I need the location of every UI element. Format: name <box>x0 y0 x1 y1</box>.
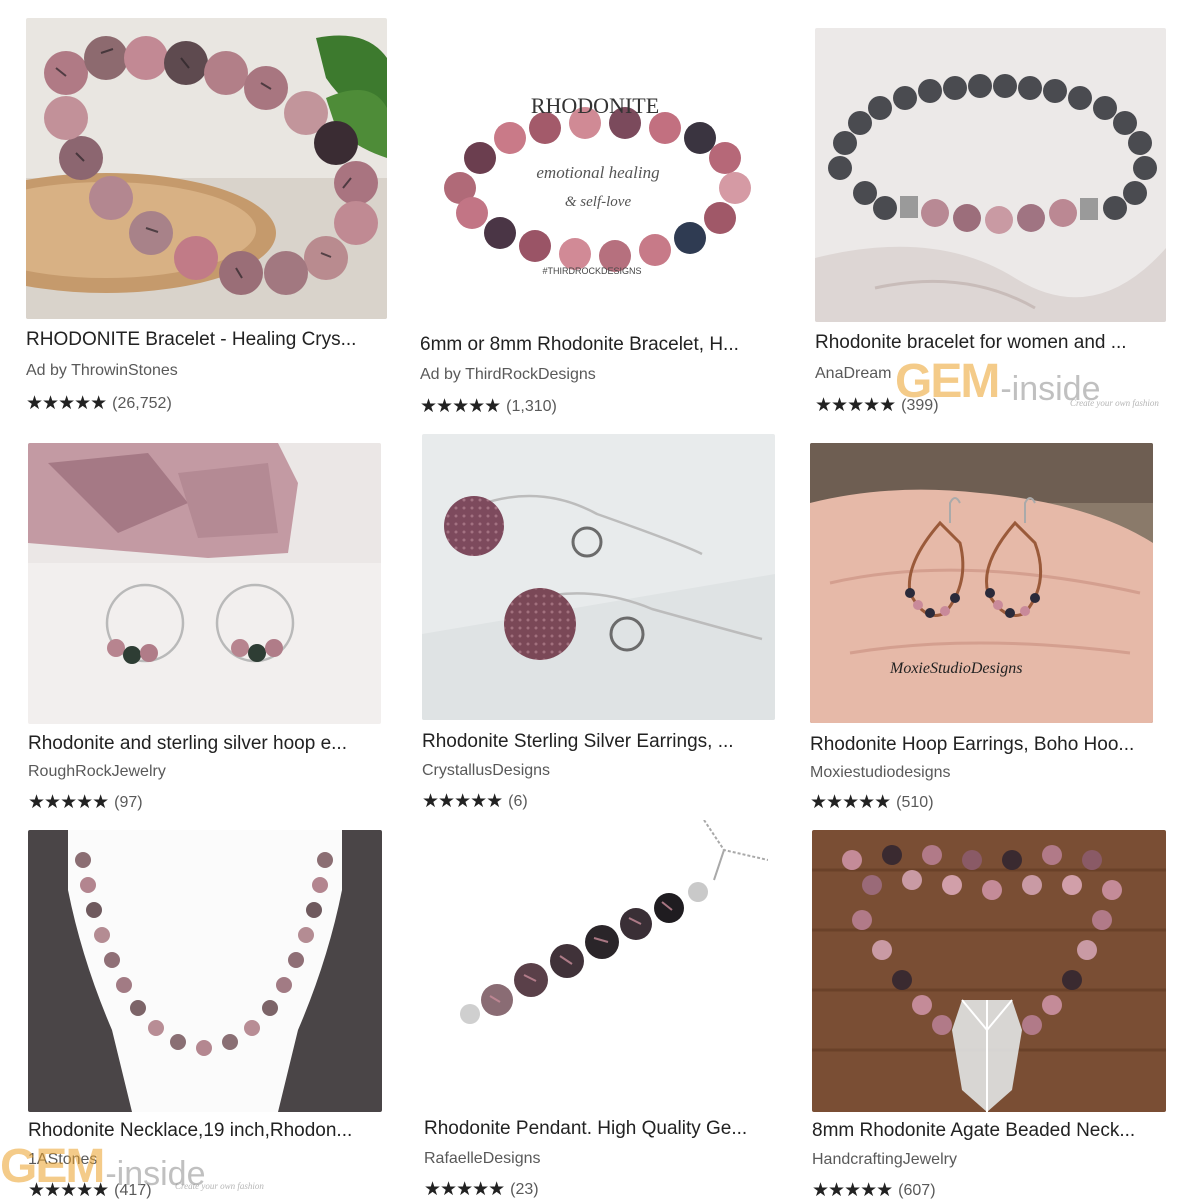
product-image-3[interactable] <box>815 28 1166 322</box>
image-heading: RHODONITE <box>531 93 659 118</box>
hoop-earrings-photo <box>28 443 381 724</box>
review-count: (417) <box>114 1181 152 1199</box>
product-title[interactable]: 6mm or 8mm Rhodonite Bracelet, H... <box>420 334 775 356</box>
necklace-photo <box>28 830 382 1112</box>
image-signature: MoxieStudioDesigns <box>889 660 1022 677</box>
hand-earrings-photo: MoxieStudioDesigns <box>810 443 1153 723</box>
bracelet-text-photo: RHODONITE emotional healing & self-love … <box>420 28 770 320</box>
product-title[interactable]: Rhodonite and sterling silver hoop e... <box>28 733 383 755</box>
product-title[interactable]: 8mm Rhodonite Agate Beaded Neck... <box>812 1120 1167 1142</box>
shop-name[interactable]: CrystallusDesigns <box>422 762 550 780</box>
star-rating-icon: ★★★★★ <box>815 395 896 416</box>
product-image-2[interactable]: RHODONITE emotional healing & self-love … <box>420 28 770 320</box>
review-count: (399) <box>901 396 939 414</box>
shop-name[interactable]: Moxiestudiodesigns <box>810 764 951 782</box>
product-image-5[interactable] <box>422 434 775 720</box>
rating: ★★★★★ (23) <box>424 1178 539 1201</box>
star-rating-icon: ★★★★★ <box>424 1179 505 1200</box>
shop-name[interactable]: HandcraftingJewelry <box>812 1151 957 1169</box>
mala-necklace-photo <box>812 830 1166 1112</box>
product-image-9[interactable] <box>812 830 1166 1112</box>
review-count: (26,752) <box>112 394 172 412</box>
star-rating-icon: ★★★★★ <box>422 791 503 812</box>
star-rating-icon: ★★★★★ <box>28 1180 109 1201</box>
review-count: (97) <box>114 793 143 811</box>
watermark-tagline: Create your own fashion <box>1070 398 1159 408</box>
product-title[interactable]: Rhodonite Pendant. High Quality Ge... <box>424 1118 774 1140</box>
product-title[interactable]: Rhodonite Sterling Silver Earrings, ... <box>422 731 777 753</box>
rating: ★★★★★ (26,752) <box>26 392 172 415</box>
product-title[interactable]: Rhodonite bracelet for women and ... <box>815 332 1165 354</box>
star-rating-icon: ★★★★★ <box>420 396 501 417</box>
rating: ★★★★★ (399) <box>815 394 939 417</box>
product-title[interactable]: RHODONITE Bracelet - Healing Crys... <box>26 329 387 351</box>
rating: ★★★★★ (607) <box>812 1179 936 1202</box>
bracelet-photo <box>26 18 387 319</box>
image-line1: emotional healing <box>536 163 659 182</box>
review-count: (510) <box>896 793 934 811</box>
product-image-6[interactable]: MoxieStudioDesigns <box>810 443 1153 723</box>
shop-name[interactable]: AnaDream <box>815 365 891 383</box>
watermark-tagline: Create your own fashion <box>175 1181 264 1191</box>
product-image-4[interactable] <box>28 443 381 724</box>
star-rating-icon: ★★★★★ <box>26 393 107 414</box>
review-count: (1,310) <box>506 397 557 415</box>
rating: ★★★★★ (97) <box>28 791 143 814</box>
shop-name[interactable]: Ad by ThirdRockDesigns <box>420 366 596 384</box>
rating: ★★★★★ (510) <box>810 791 934 814</box>
review-count: (6) <box>508 792 528 810</box>
product-image-8[interactable] <box>424 820 768 1109</box>
product-image-1[interactable] <box>26 18 387 319</box>
star-rating-icon: ★★★★★ <box>812 1180 893 1201</box>
star-rating-icon: ★★★★★ <box>28 792 109 813</box>
review-count: (607) <box>898 1181 936 1199</box>
drop-earrings-photo <box>422 434 775 720</box>
product-image-7[interactable] <box>28 830 382 1112</box>
product-title[interactable]: Rhodonite Necklace,19 inch,Rhodon... <box>28 1120 383 1142</box>
shop-name[interactable]: RoughRockJewelry <box>28 763 166 781</box>
rating: ★★★★★ (6) <box>422 790 528 813</box>
shop-name[interactable]: 1AStones <box>28 1151 97 1169</box>
hematite-bracelet-photo <box>815 28 1166 322</box>
shop-name[interactable]: Ad by ThrowinStones <box>26 362 178 380</box>
rating: ★★★★★ (417) <box>28 1179 152 1202</box>
pendant-photo <box>424 820 768 1109</box>
star-rating-icon: ★★★★★ <box>810 792 891 813</box>
rating: ★★★★★ (1,310) <box>420 395 557 418</box>
image-tag: #THIRDROCKDESIGNS <box>542 266 641 276</box>
image-line2: & self-love <box>565 194 632 210</box>
shop-name[interactable]: RafaelleDesigns <box>424 1150 541 1168</box>
review-count: (23) <box>510 1180 539 1198</box>
product-title[interactable]: Rhodonite Hoop Earrings, Boho Hoo... <box>810 734 1160 756</box>
